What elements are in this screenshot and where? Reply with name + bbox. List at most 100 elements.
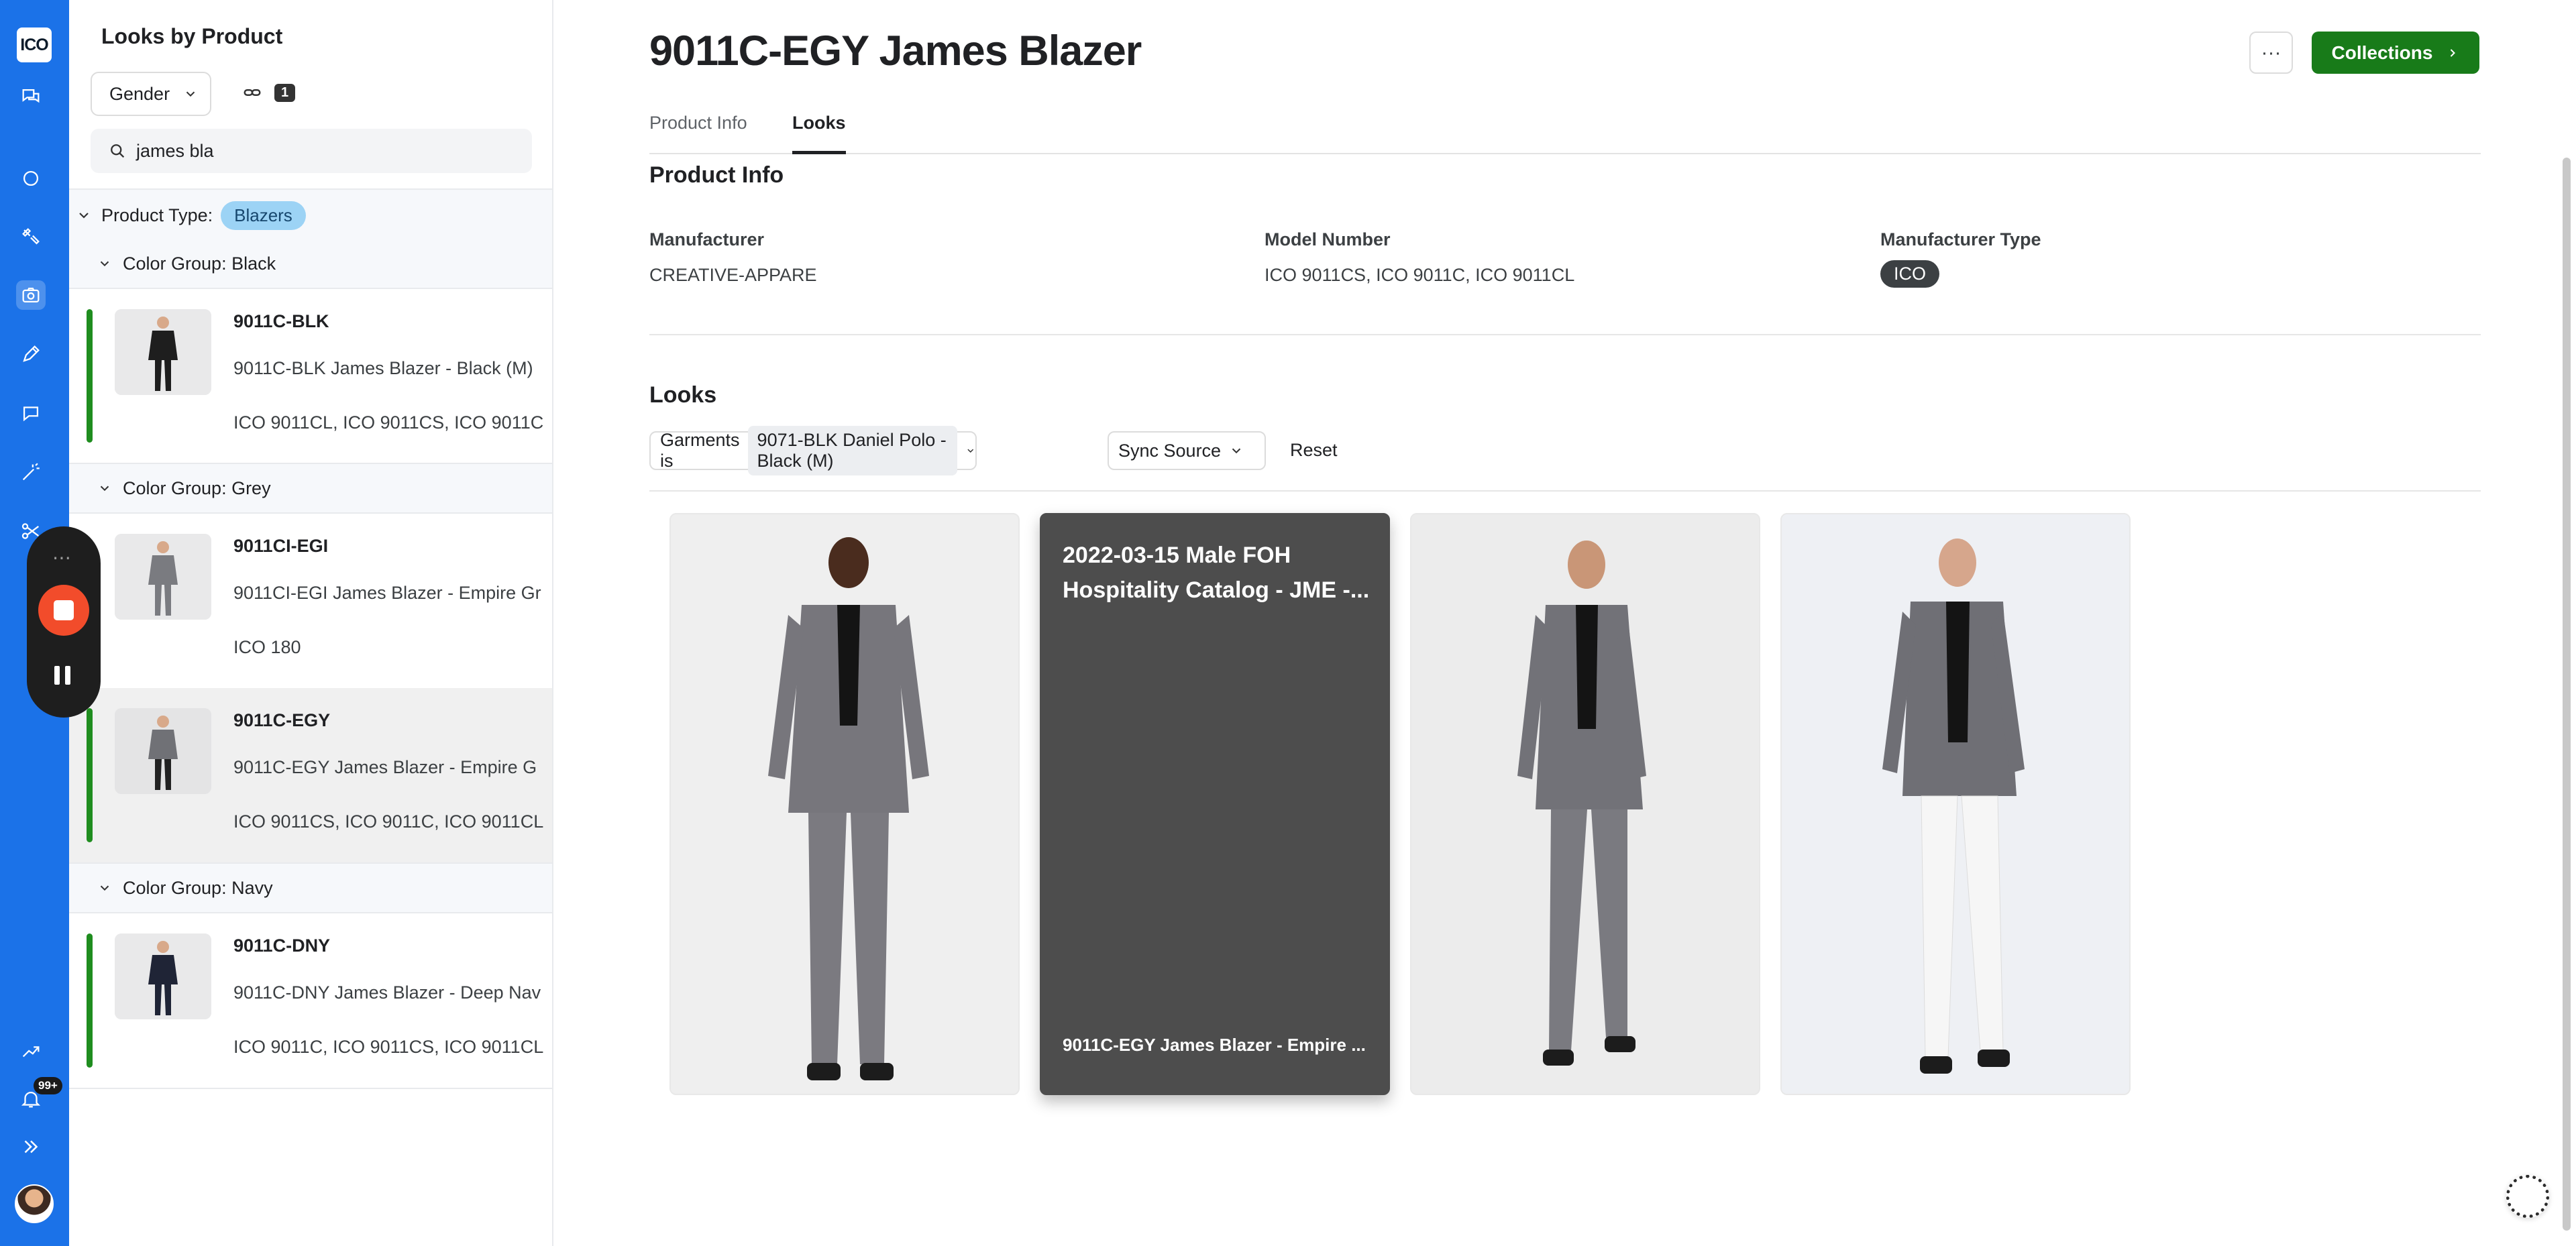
more-options-button[interactable]: ··· xyxy=(2249,32,2293,74)
model-number-label: Model Number xyxy=(1265,229,1391,249)
user-avatar[interactable] xyxy=(15,1184,54,1223)
look-image xyxy=(1782,514,2129,1094)
gender-filter-label: Gender xyxy=(109,83,170,104)
linked-filters-indicator[interactable]: 1 xyxy=(242,82,296,103)
chevron-right-icon xyxy=(2451,48,2456,57)
look-card-product: 9011C-EGY James Blazer - Empire ... xyxy=(1063,1035,1366,1055)
tab-product-info[interactable]: Product Info xyxy=(649,113,747,151)
chevron-down-icon xyxy=(1232,448,1241,454)
chevron-down-icon xyxy=(967,449,973,453)
manufacturer-label: Manufacturer xyxy=(649,229,765,249)
linked-count-badge: 1 xyxy=(274,83,296,102)
selection-indicator xyxy=(87,708,93,842)
stop-icon xyxy=(54,600,74,620)
color-group-label: Color Group: Navy xyxy=(123,877,273,898)
look-image xyxy=(671,514,1018,1094)
search-icon xyxy=(111,144,125,158)
list-item[interactable]: 9011C-DNY 9011C-DNY James Blazer - Deep … xyxy=(69,913,552,1089)
chevron-down-icon xyxy=(186,91,195,97)
gender-filter-dropdown[interactable]: Gender xyxy=(91,72,211,116)
messages-icon[interactable] xyxy=(16,398,46,428)
expand-double-chevron-icon[interactable] xyxy=(16,1132,46,1162)
product-name: 9011C-BLK James Blazer - Black (M) xyxy=(233,358,533,378)
circle-icon[interactable] xyxy=(16,164,46,193)
look-image xyxy=(1411,514,1759,1094)
product-code: 9011C-EGY xyxy=(233,710,331,730)
look-card[interactable] xyxy=(669,513,1020,1095)
product-info-heading: Product Info xyxy=(649,162,784,188)
chevron-down-icon xyxy=(100,261,109,267)
product-name: 9011C-EGY James Blazer - Empire G xyxy=(233,757,537,777)
look-card-hovered[interactable]: 2022-03-15 Male FOH Hospitality Catalog … xyxy=(1040,513,1390,1095)
stop-recording-button[interactable] xyxy=(38,585,89,636)
garments-filter-dropdown[interactable]: Garments is 9071-BLK Daniel Polo - Black… xyxy=(649,426,977,475)
analytics-icon[interactable] xyxy=(16,1036,46,1066)
product-type-chip: Blazers xyxy=(221,201,306,230)
screen-recorder-widget[interactable]: ⋯ xyxy=(27,526,101,718)
looks-by-product-panel: Looks by Product Gender 1 james bla Prod… xyxy=(69,0,553,1246)
magic-wand-icon[interactable] xyxy=(16,457,46,487)
look-card[interactable] xyxy=(1410,513,1760,1095)
selection-indicator xyxy=(87,309,93,443)
link-icon xyxy=(244,89,261,96)
product-name: 9011C-DNY James Blazer - Deep Nav xyxy=(233,982,541,1003)
product-models: ICO 9011CL, ICO 9011CS, ICO 9011C xyxy=(233,412,544,433)
color-group-navy-header[interactable]: Color Group: Navy xyxy=(69,864,552,913)
looks-heading: Looks xyxy=(649,382,717,408)
product-type-group-header[interactable]: Product Type: Blazers xyxy=(69,188,552,242)
product-thumbnail xyxy=(115,309,211,395)
list-item-selected[interactable]: 9011C-EGY 9011C-EGY James Blazer - Empir… xyxy=(69,688,552,864)
product-code: 9011CI-EGI xyxy=(233,536,329,556)
product-models: ICO 180 xyxy=(233,637,301,657)
color-group-grey-header[interactable]: Color Group: Grey xyxy=(69,464,552,514)
collections-label: Collections xyxy=(2331,42,2433,63)
product-models: ICO 9011CS, ICO 9011C, ICO 9011CL xyxy=(233,811,544,832)
list-item[interactable]: 9011CI-EGI 9011CI-EGI James Blazer - Emp… xyxy=(69,514,552,689)
manufacturer-value: CREATIVE-APPARE xyxy=(649,265,817,285)
tools-icon[interactable] xyxy=(16,222,46,251)
color-group-black-header[interactable]: Color Group: Black xyxy=(69,239,552,289)
product-thumbnail xyxy=(115,534,211,620)
search-input[interactable]: james bla xyxy=(91,129,532,173)
model-number-value: ICO 9011CS, ICO 9011C, ICO 9011CL xyxy=(1265,265,1575,285)
tab-looks[interactable]: Looks xyxy=(792,113,846,154)
manufacturer-type-label: Manufacturer Type xyxy=(1880,229,2041,249)
chat-icon[interactable] xyxy=(16,82,46,111)
color-group-label: Color Group: Black xyxy=(123,253,276,274)
product-type-label: Product Type: xyxy=(101,205,213,225)
sync-source-label: Sync Source xyxy=(1118,440,1222,461)
search-value: james bla xyxy=(136,140,214,161)
garments-filter-value: 9071-BLK Daniel Polo - Black (M) xyxy=(747,426,957,475)
sync-source-dropdown[interactable]: Sync Source xyxy=(1108,431,1266,470)
camera-icon[interactable] xyxy=(16,280,46,310)
page-title: 9011C-EGY James Blazer xyxy=(649,27,1142,74)
color-group-label: Color Group: Grey xyxy=(123,477,271,498)
collections-button[interactable]: Collections xyxy=(2312,32,2479,74)
product-code: 9011C-BLK xyxy=(233,311,329,331)
pencil-icon[interactable] xyxy=(16,339,46,369)
tab-bar: Product Info Looks xyxy=(649,101,2481,154)
app-logo[interactable]: ICO xyxy=(17,27,52,62)
main-scrollbar[interactable] xyxy=(2563,158,2571,1231)
section-divider xyxy=(649,334,2481,335)
product-thumbnail xyxy=(115,708,211,794)
notification-count-badge: 99+ xyxy=(34,1077,62,1094)
chevron-down-icon xyxy=(100,486,109,492)
product-thumbnail xyxy=(115,933,211,1019)
list-item[interactable]: 9011C-BLK 9011C-BLK James Blazer - Black… xyxy=(69,289,552,464)
pause-recording-button[interactable] xyxy=(54,666,73,685)
main-content: 9011C-EGY James Blazer ··· Collections P… xyxy=(554,0,2576,1246)
drag-handle-icon[interactable]: ⋯ xyxy=(52,547,72,569)
product-code: 9011C-DNY xyxy=(233,936,331,956)
product-name: 9011CI-EGI James Blazer - Empire Gr xyxy=(233,583,541,603)
reset-filters-button[interactable]: Reset xyxy=(1290,440,1338,461)
panel-title: Looks by Product xyxy=(101,24,283,48)
section-divider xyxy=(649,490,2481,492)
loading-spinner-icon xyxy=(2506,1175,2549,1218)
look-card-title: 2022-03-15 Male FOH Hospitality Catalog … xyxy=(1063,543,1370,603)
look-card[interactable] xyxy=(1780,513,2131,1095)
chevron-down-icon xyxy=(79,213,89,219)
manufacturer-type-chip: ICO xyxy=(1880,260,1940,288)
product-models: ICO 9011C, ICO 9011CS, ICO 9011CL xyxy=(233,1037,544,1057)
selection-indicator xyxy=(87,933,93,1068)
